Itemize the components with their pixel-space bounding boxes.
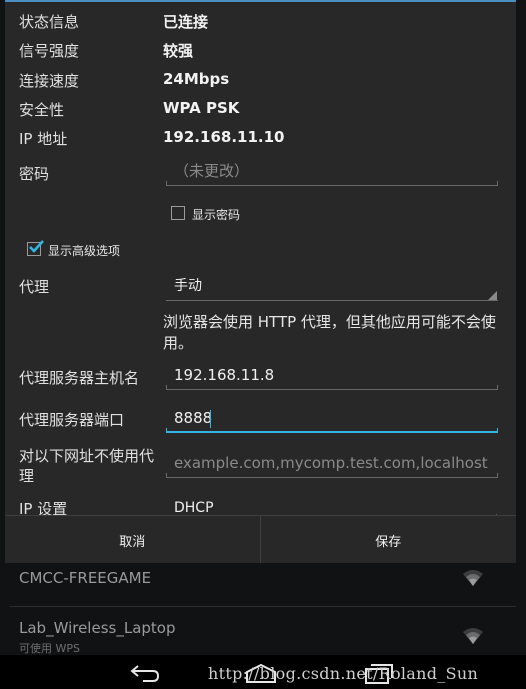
divider <box>10 606 516 607</box>
back-icon[interactable] <box>129 663 161 683</box>
show-password-label: 显示密码 <box>192 208 241 222</box>
proxy-port-field-wrap <box>166 405 498 435</box>
signal-strength-value: 较强 <box>163 42 194 60</box>
field-underline <box>166 385 498 390</box>
show-advanced-checkbox[interactable] <box>27 240 44 256</box>
password-input[interactable] <box>166 158 498 184</box>
proxy-label: 代理 <box>19 278 50 296</box>
save-button[interactable]: 保存 <box>261 516 517 563</box>
link-speed-value: 24Mbps <box>163 70 230 88</box>
bypass-field-wrap <box>166 450 498 480</box>
checkmark-icon <box>29 240 44 253</box>
proxy-host-label: 代理服务器主机名 <box>19 369 140 387</box>
wifi-icon <box>463 628 483 644</box>
network-item[interactable]: CMCC-FREEGAME <box>0 563 526 618</box>
ip-settings-label: IP 设置 <box>19 500 68 515</box>
dialog-scroll-content[interactable]: 状态信息 已连接 信号强度 较强 连接速度 24Mbps 安全性 WPA PSK… <box>5 0 516 515</box>
spinner-underline <box>166 300 498 301</box>
status-label: 状态信息 <box>19 13 80 31</box>
text-cursor <box>210 410 211 428</box>
dialog-button-bar: 取消 保存 <box>5 515 516 563</box>
show-password-checkbox[interactable] <box>171 206 185 220</box>
wifi-details-dialog: 状态信息 已连接 信号强度 较强 连接速度 24Mbps 安全性 WPA PSK… <box>5 0 516 563</box>
field-underline <box>166 181 498 186</box>
show-advanced-label: 显示高级选项 <box>48 244 121 258</box>
watermark-text: http://blog.csdn.net/Roland_Sun <box>208 664 479 683</box>
signal-strength-label: 信号强度 <box>19 42 80 60</box>
network-name: Lab_Wireless_Laptop <box>19 619 176 637</box>
proxy-port-input[interactable] <box>166 405 498 431</box>
security-value: WPA PSK <box>163 99 240 117</box>
spinner-arrow-icon <box>488 291 497 300</box>
bypass-input[interactable] <box>166 450 498 476</box>
ip-address-value: 192.168.11.10 <box>163 128 285 146</box>
ip-settings-value: DHCP <box>174 500 214 515</box>
proxy-hint-text: 浏览器会使用 HTTP 代理，但其他应用可能不会使用。 <box>163 313 496 352</box>
security-label: 安全性 <box>19 101 65 119</box>
proxy-host-input[interactable] <box>166 362 498 388</box>
status-value: 已连接 <box>163 13 209 31</box>
field-underline <box>166 473 498 478</box>
password-field-wrap <box>166 158 498 188</box>
network-name: CMCC-FREEGAME <box>19 569 152 587</box>
cancel-button[interactable]: 取消 <box>5 516 261 563</box>
proxy-host-field-wrap <box>166 362 498 392</box>
password-label: 密码 <box>19 165 50 183</box>
proxy-port-label: 代理服务器端口 <box>19 411 125 429</box>
wifi-icon <box>463 570 483 586</box>
proxy-spinner[interactable]: 手动 <box>166 271 498 301</box>
ip-address-label: IP 地址 <box>19 130 68 148</box>
link-speed-label: 连接速度 <box>19 72 80 90</box>
proxy-spinner-value: 手动 <box>174 278 202 294</box>
bypass-label: 对以下网址不使用代理 <box>19 447 155 485</box>
field-underline <box>166 428 498 433</box>
network-status: 可使用 WPS <box>19 642 80 655</box>
ip-settings-spinner[interactable]: DHCP <box>166 494 498 515</box>
